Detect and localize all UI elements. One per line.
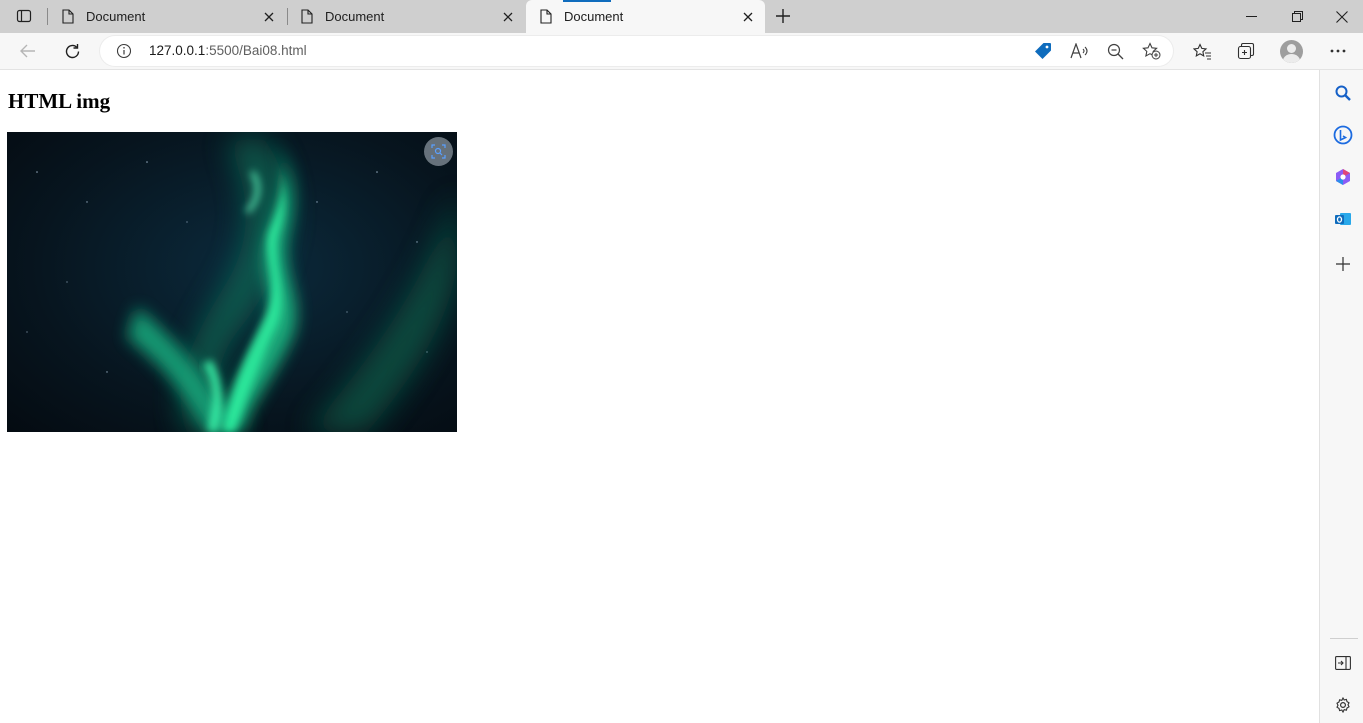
search-icon xyxy=(1335,85,1351,101)
restore-icon xyxy=(1291,11,1303,22)
bing-icon xyxy=(1333,125,1353,145)
restore-button[interactable] xyxy=(1274,0,1320,33)
tab-actions-icon xyxy=(16,9,32,23)
edge-sidebar xyxy=(1319,70,1363,723)
hide-sidebar-button[interactable] xyxy=(1330,650,1356,676)
minimize-button[interactable] xyxy=(1228,0,1274,33)
back-arrow-icon xyxy=(20,44,35,58)
plus-icon xyxy=(776,9,790,23)
toolbar: 127.0.0.1:5500/Bai08.html xyxy=(0,33,1363,70)
refresh-button[interactable] xyxy=(57,37,87,65)
page-viewport: HTML img xyxy=(0,71,1319,723)
avatar-head xyxy=(1287,44,1296,53)
address-bar[interactable]: 127.0.0.1:5500/Bai08.html xyxy=(100,36,1173,66)
close-icon xyxy=(1335,10,1348,23)
document-icon xyxy=(538,9,554,25)
active-tab-indicator xyxy=(563,0,611,2)
favorites-button[interactable] xyxy=(1187,37,1217,65)
sidebar-outlook-button[interactable] xyxy=(1330,206,1356,232)
sidebar-office-button[interactable] xyxy=(1330,164,1356,190)
sidebar-divider xyxy=(1330,638,1358,639)
collections-icon xyxy=(1237,42,1255,60)
read-aloud-icon xyxy=(1070,43,1088,59)
tab-strip: Document Document Document xyxy=(0,0,1363,33)
aurora-picture xyxy=(7,132,457,432)
close-icon[interactable] xyxy=(497,6,519,28)
url-host: 127.0.0.1 xyxy=(149,43,206,58)
close-window-button[interactable] xyxy=(1320,0,1363,33)
tab-document-1[interactable]: Document xyxy=(48,0,286,33)
refresh-icon xyxy=(65,43,79,58)
tab-title: Document xyxy=(564,9,624,24)
zoom-out-button[interactable] xyxy=(1104,41,1126,61)
page-heading: HTML img xyxy=(8,89,111,113)
new-tab-button[interactable] xyxy=(770,4,796,28)
visual-search-button[interactable] xyxy=(424,137,453,166)
zoom-out-icon xyxy=(1107,43,1123,59)
hide-sidebar-icon xyxy=(1335,656,1351,670)
document-icon xyxy=(60,9,76,25)
sidebar-search-button[interactable] xyxy=(1330,80,1356,106)
plus-icon xyxy=(1336,257,1350,271)
minimize-icon xyxy=(1245,16,1257,17)
add-favorite-icon xyxy=(1141,42,1160,60)
avatar-body xyxy=(1283,54,1300,63)
shopping-button[interactable] xyxy=(1032,41,1054,61)
shopping-tag-icon xyxy=(1035,43,1051,59)
aurora-image xyxy=(7,132,457,432)
outlook-icon xyxy=(1335,213,1351,225)
more-button[interactable] xyxy=(1323,37,1353,65)
sidebar-add-button[interactable] xyxy=(1330,251,1356,277)
collections-button[interactable] xyxy=(1231,37,1261,65)
office-icon xyxy=(1336,169,1350,185)
gear-icon xyxy=(1336,697,1350,713)
info-icon[interactable] xyxy=(116,43,132,59)
favorites-icon xyxy=(1192,42,1211,60)
visual-search-icon xyxy=(431,144,446,159)
read-aloud-button[interactable] xyxy=(1068,41,1090,61)
add-favorite-button[interactable] xyxy=(1140,41,1162,61)
tab-title: Document xyxy=(325,9,385,24)
avatar-icon[interactable] xyxy=(1280,40,1303,63)
sidebar-settings-button[interactable] xyxy=(1330,692,1356,718)
tab-actions-button[interactable] xyxy=(10,4,38,28)
back-button[interactable] xyxy=(13,37,43,65)
sidebar-bing-button[interactable] xyxy=(1330,122,1356,148)
close-icon[interactable] xyxy=(258,6,280,28)
url-path: :5500/Bai08.html xyxy=(205,43,307,58)
tab-document-3-active[interactable]: Document xyxy=(526,0,765,33)
tab-title: Document xyxy=(86,9,146,24)
url-text[interactable]: 127.0.0.1:5500/Bai08.html xyxy=(149,43,307,58)
tab-document-2[interactable]: Document xyxy=(287,0,525,33)
document-icon xyxy=(299,9,315,25)
more-icon xyxy=(1330,49,1346,53)
close-icon[interactable] xyxy=(737,6,759,28)
